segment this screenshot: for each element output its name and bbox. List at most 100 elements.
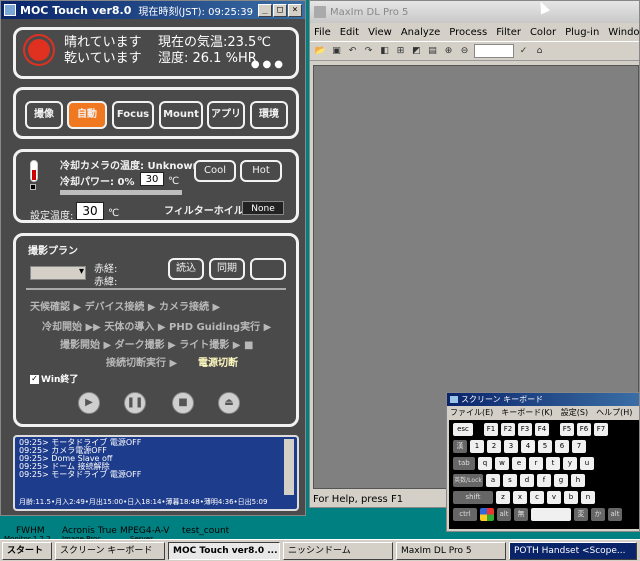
- setpoint-input[interactable]: 30: [76, 202, 104, 220]
- cool-button[interactable]: Cool: [194, 160, 236, 182]
- flow-step-4[interactable]: 接続切断実行 ▶: [106, 354, 177, 369]
- maxim-titlebar[interactable]: MaxIm DL Pro 5: [310, 1, 639, 23]
- key[interactable]: x: [513, 491, 527, 504]
- stop-icon[interactable]: ■: [172, 392, 194, 414]
- key[interactable]: 1: [470, 440, 484, 453]
- key[interactable]: alt: [497, 508, 511, 521]
- desktop-label-testcount[interactable]: test_count: [182, 526, 229, 536]
- key[interactable]: h: [571, 474, 585, 487]
- key[interactable]: b: [564, 491, 578, 504]
- keyboard-title[interactable]: スクリーン キーボード: [447, 393, 639, 406]
- filter-icon[interactable]: ▤: [426, 45, 439, 58]
- zoom-in-icon[interactable]: ⊕: [442, 45, 455, 58]
- key[interactable]: f: [537, 474, 551, 487]
- key[interactable]: t: [546, 457, 560, 470]
- zoom-select[interactable]: [474, 44, 514, 58]
- menu-filter[interactable]: Filter: [496, 27, 521, 38]
- sync-button[interactable]: 同期: [209, 258, 245, 280]
- key[interactable]: y: [563, 457, 577, 470]
- key[interactable]: 2: [487, 440, 501, 453]
- moc-titlebar[interactable]: MOC Touch ver8.0 現在時刻(JST): 09:25:39 _ □…: [1, 1, 305, 19]
- play-icon[interactable]: ▶: [78, 392, 100, 414]
- key[interactable]: q: [478, 457, 492, 470]
- menu-plugin[interactable]: Plug-in: [565, 27, 599, 38]
- log-scrollbar[interactable]: [284, 439, 294, 495]
- key[interactable]: F6: [577, 423, 591, 436]
- key[interactable]: F4: [535, 423, 549, 436]
- key[interactable]: v: [547, 491, 561, 504]
- tab-auto[interactable]: 自動: [67, 101, 107, 129]
- camera-icon[interactable]: ◧: [378, 45, 391, 58]
- kmenu-help[interactable]: ヘルプ(H): [596, 406, 632, 419]
- space-key[interactable]: [531, 508, 571, 521]
- undo-icon[interactable]: ↶: [346, 45, 359, 58]
- tab-environment[interactable]: 環境: [250, 101, 288, 129]
- kmenu-settings[interactable]: 設定(S): [561, 406, 588, 419]
- key[interactable]: u: [580, 457, 594, 470]
- key[interactable]: e: [512, 457, 526, 470]
- menu-file[interactable]: File: [314, 27, 331, 38]
- taskbar-screen-keyboard[interactable]: スクリーン キーボード: [55, 541, 165, 560]
- start-button[interactable]: スタート: [2, 541, 52, 560]
- key[interactable]: F3: [518, 423, 532, 436]
- maximize-icon[interactable]: □: [273, 3, 287, 17]
- tab-focus[interactable]: Focus: [112, 101, 154, 129]
- key[interactable]: F2: [501, 423, 515, 436]
- key[interactable]: w: [495, 457, 509, 470]
- key[interactable]: a: [486, 474, 500, 487]
- key[interactable]: 英数/Lock: [453, 474, 483, 487]
- home-icon[interactable]: ⌂: [533, 45, 546, 58]
- minimize-icon[interactable]: _: [258, 3, 272, 17]
- menu-process[interactable]: Process: [449, 27, 487, 38]
- key[interactable]: F7: [594, 423, 608, 436]
- menu-color[interactable]: Color: [530, 27, 556, 38]
- taskbar-poth-handset[interactable]: POTH Handset <Scope...: [509, 541, 637, 560]
- key[interactable]: g: [554, 474, 568, 487]
- flow-step-1[interactable]: 天候確認 ▶ デバイス接続 ▶ カメラ接続 ▶: [30, 298, 220, 313]
- key[interactable]: 3: [504, 440, 518, 453]
- more-icon[interactable]: ●●●: [251, 59, 286, 70]
- load-button[interactable]: 読込: [168, 258, 204, 280]
- taskbar-moc-touch[interactable]: MOC Touch ver8.0 ...: [168, 541, 280, 560]
- taskbar-maxim-dl[interactable]: MaxIm DL Pro 5: [396, 541, 506, 560]
- tab-imaging[interactable]: 撮像: [25, 101, 63, 129]
- key[interactable]: 4: [521, 440, 535, 453]
- pause-icon[interactable]: ❚❚: [124, 392, 146, 414]
- key[interactable]: s: [503, 474, 517, 487]
- key[interactable]: 変: [574, 508, 588, 521]
- key[interactable]: ctrl: [453, 508, 477, 521]
- key[interactable]: か: [591, 508, 605, 521]
- close-icon[interactable]: ×: [288, 3, 302, 17]
- key[interactable]: F1: [484, 423, 498, 436]
- telescope-icon[interactable]: ⊞: [394, 45, 407, 58]
- key[interactable]: 無: [514, 508, 528, 521]
- flow-step-2[interactable]: 冷却開始 ▶▶ 天体の導入 ▶ PHD Guiding実行 ▶: [42, 318, 271, 333]
- key[interactable]: F5: [560, 423, 574, 436]
- redo-icon[interactable]: ↷: [362, 45, 375, 58]
- focus-icon[interactable]: ◩: [410, 45, 423, 58]
- tab-mount[interactable]: Mount: [159, 101, 203, 129]
- eject-icon[interactable]: ⏏: [218, 392, 240, 414]
- menu-view[interactable]: View: [368, 27, 392, 38]
- plan-select[interactable]: [30, 266, 86, 280]
- key[interactable]: 5: [538, 440, 552, 453]
- key[interactable]: d: [520, 474, 534, 487]
- taskbar-nisshin-dome[interactable]: ニッシンドーム: [283, 541, 393, 560]
- power-off-step[interactable]: 電源切断: [198, 354, 238, 369]
- check-icon[interactable]: ✓: [517, 45, 530, 58]
- menu-edit[interactable]: Edit: [340, 27, 359, 38]
- key[interactable]: tab: [453, 457, 475, 470]
- save-icon[interactable]: ▣: [330, 45, 343, 58]
- key[interactable]: r: [529, 457, 543, 470]
- win-end-checkbox[interactable]: ✓ Win終了: [30, 372, 78, 385]
- key[interactable]: shift: [453, 491, 493, 504]
- key[interactable]: c: [530, 491, 544, 504]
- menu-window[interactable]: Window: [608, 27, 640, 38]
- key[interactable]: esc: [453, 423, 473, 436]
- key[interactable]: 7: [572, 440, 586, 453]
- open-icon[interactable]: 📂: [314, 45, 327, 58]
- kmenu-file[interactable]: ファイル(E): [450, 406, 493, 419]
- kmenu-keyboard[interactable]: キーボード(K): [501, 406, 553, 419]
- flow-step-3[interactable]: 撮影開始 ▶ ダーク撮影 ▶ ライト撮影 ▶ ■: [60, 336, 253, 351]
- key[interactable]: 6: [555, 440, 569, 453]
